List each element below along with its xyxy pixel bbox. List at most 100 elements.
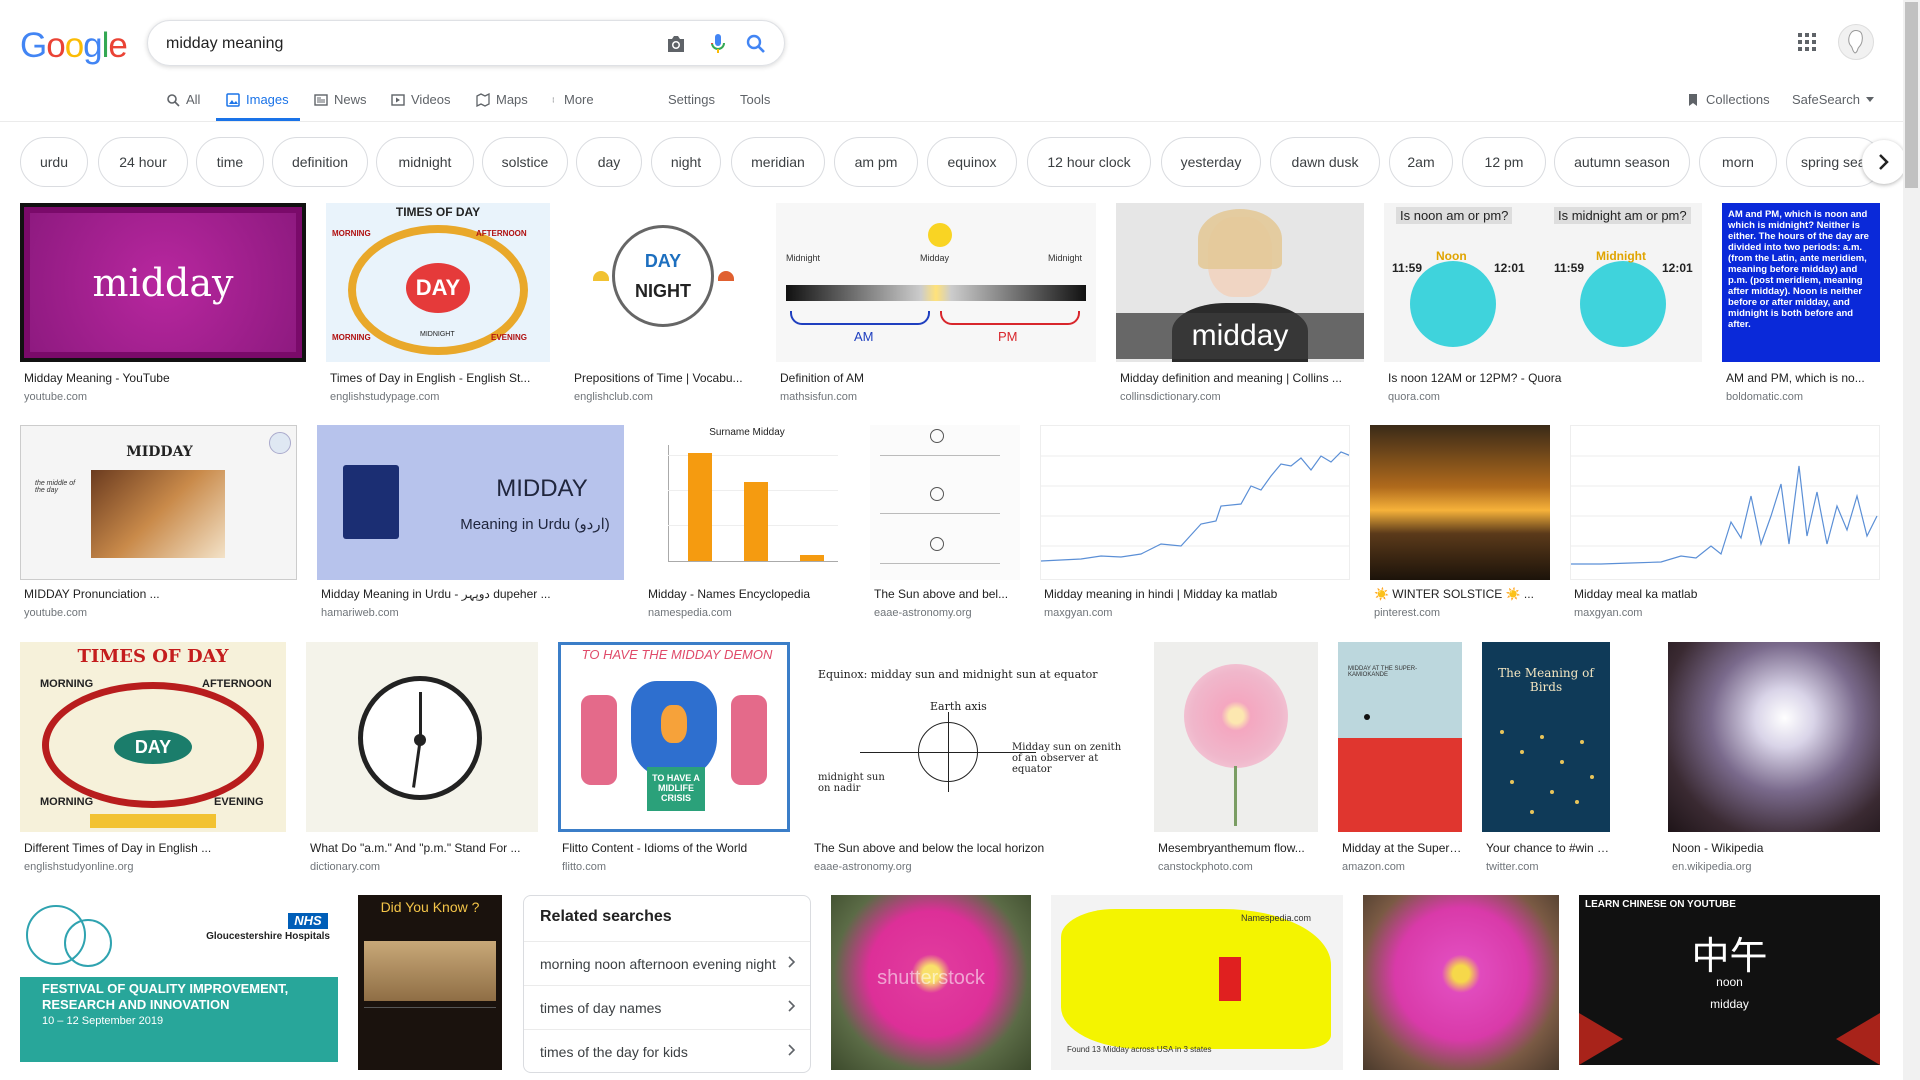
chips-next-button[interactable] [1862, 140, 1906, 184]
result-thumbnail[interactable]: NHS Gloucestershire Hospitals FESTIVAL O… [20, 895, 338, 1062]
result-thumbnail[interactable]: Is noon am or pm? Is midnight am or pm? … [1384, 203, 1702, 362]
image-result[interactable]: AM and PM, which is noon and which is mi… [1722, 203, 1880, 403]
result-title[interactable]: What Do "a.m." And "p.m." Stand For ... [310, 841, 538, 855]
result-title[interactable]: Midday definition and meaning | Collins … [1120, 371, 1364, 385]
result-thumbnail[interactable] [1570, 425, 1880, 580]
result-thumbnail[interactable] [870, 425, 1020, 580]
result-title[interactable]: Midday at the Super-K... [1342, 841, 1462, 855]
image-result[interactable]: Midday meal ka matlab maxgyan.com [1570, 425, 1880, 625]
chip[interactable]: definition [272, 137, 368, 187]
image-result[interactable]: Midday meaning in hindi | Midday ka matl… [1040, 425, 1350, 625]
result-thumbnail[interactable]: The Meaning of Birds [1482, 642, 1610, 832]
search-icon[interactable] [744, 32, 768, 56]
tab-more[interactable]: More [552, 92, 594, 107]
result-thumbnail[interactable]: MIDDAY AT THE SUPER-KAMIOKANDE [1338, 642, 1462, 832]
chip[interactable]: time [196, 137, 264, 187]
result-thumbnail[interactable]: AM and PM, which is noon and which is mi… [1722, 203, 1880, 362]
tab-maps[interactable]: Maps [476, 92, 528, 107]
image-result[interactable]: midday Midday Meaning - YouTube youtube.… [20, 203, 306, 403]
result-thumbnail[interactable]: Equinox: midday sun and midnight sun at … [810, 642, 1134, 832]
result-thumbnail[interactable]: TIMES OF DAY DAY MORNING AFTERNOON MORNI… [20, 642, 286, 832]
image-result[interactable] [1363, 895, 1559, 1070]
chip[interactable]: day [576, 137, 642, 187]
result-thumbnail[interactable]: midday [1116, 203, 1364, 362]
tab-news[interactable]: News [314, 92, 367, 107]
result-title[interactable]: Flitto Content - Idioms of the World [562, 841, 790, 855]
image-result[interactable]: MIDDAY the middle of the day MIDDAY Pron… [20, 425, 297, 625]
result-thumbnail[interactable] [1668, 642, 1880, 832]
google-logo[interactable]: Google [20, 26, 128, 66]
chip[interactable]: yesterday [1161, 137, 1261, 187]
image-result[interactable]: shutterstock [831, 895, 1031, 1070]
result-title[interactable]: Definition of AM [780, 371, 1096, 385]
result-title[interactable]: Mesembryanthemum flow... [1158, 841, 1318, 855]
related-search-item[interactable]: times of the day for kids [524, 1029, 810, 1073]
settings-link[interactable]: Settings [668, 92, 715, 107]
result-thumbnail[interactable]: MIDDAY Meaning in Urdu (اردو) [317, 425, 624, 580]
result-title[interactable]: Midday meaning in hindi | Midday ka matl… [1044, 587, 1350, 601]
chip[interactable]: 12 hour clock [1027, 137, 1151, 187]
chip[interactable]: 2am [1389, 137, 1453, 187]
result-thumbnail[interactable]: Namespedia.com Found 13 Midday across US… [1051, 895, 1343, 1070]
result-thumbnail[interactable] [306, 642, 538, 832]
result-title[interactable]: The Sun above and bel... [874, 587, 1020, 601]
result-title[interactable]: ☀️ WINTER SOLSTICE ☀️ ... [1374, 587, 1550, 601]
chip[interactable]: dawn dusk [1270, 137, 1380, 187]
chip[interactable]: am pm [834, 137, 918, 187]
result-title[interactable]: Is noon 12AM or 12PM? - Quora [1388, 371, 1702, 385]
image-result[interactable]: TO HAVE THE MIDDAY DEMON TO HAVE A MIDLI… [558, 642, 790, 873]
image-result[interactable]: The Meaning of Birds Your chance to #win… [1482, 642, 1610, 873]
google-apps-icon[interactable] [1795, 30, 1819, 54]
result-title[interactable]: AM and PM, which is no... [1726, 371, 1880, 385]
tab-videos[interactable]: Videos [391, 92, 451, 107]
result-thumbnail[interactable]: TO HAVE THE MIDDAY DEMON TO HAVE A MIDLI… [558, 642, 790, 832]
result-thumbnail[interactable]: TIMES OF DAY DAY MORNING AFTERNOON MORNI… [326, 203, 550, 362]
image-result[interactable]: Did You Know ? [358, 895, 502, 1070]
chip[interactable]: meridian [731, 137, 825, 187]
collections-link[interactable]: Collections [1686, 92, 1770, 107]
image-result[interactable]: DAY NIGHT Prepositions of Time | Vocabu.… [570, 203, 756, 403]
image-result[interactable]: Is noon am or pm? Is midnight am or pm? … [1384, 203, 1702, 403]
image-result[interactable]: Noon - Wikipedia en.wikipedia.org [1668, 642, 1880, 873]
image-result[interactable]: The Sun above and bel... eaae-astronomy.… [870, 425, 1020, 625]
result-title[interactable]: Times of Day in English - English St... [330, 371, 550, 385]
result-thumbnail[interactable] [1370, 425, 1550, 580]
result-title[interactable]: Midday meal ka matlab [1574, 587, 1880, 601]
image-result[interactable]: Mesembryanthemum flow... canstockphoto.c… [1154, 642, 1318, 873]
chip[interactable]: autumn season [1554, 137, 1690, 187]
image-result[interactable]: Midnight Midday Midnight AM PM Definitio… [776, 203, 1096, 403]
image-result[interactable]: MIDDAY Meaning in Urdu (اردو) Midday Mea… [317, 425, 624, 625]
chip[interactable]: equinox [927, 137, 1017, 187]
tools-link[interactable]: Tools [740, 92, 770, 107]
image-result[interactable]: Surname Midday Midday - Names Encycloped… [644, 425, 850, 625]
result-thumbnail[interactable]: midday [20, 203, 306, 362]
search-input[interactable] [166, 31, 626, 57]
related-search-item[interactable]: morning noon afternoon evening night [524, 941, 810, 985]
result-thumbnail[interactable]: Midnight Midday Midnight AM PM [776, 203, 1096, 362]
chip[interactable]: urdu [20, 137, 88, 187]
image-result[interactable]: Equinox: midday sun and midnight sun at … [810, 642, 1134, 873]
related-search-item[interactable]: times of day names [524, 985, 810, 1029]
result-thumbnail[interactable]: Surname Midday [644, 425, 850, 580]
chip[interactable]: midnight [376, 137, 474, 187]
image-result[interactable]: ☀️ WINTER SOLSTICE ☀️ ... pinterest.com [1370, 425, 1550, 625]
result-thumbnail[interactable]: Did You Know ? [358, 895, 502, 1070]
result-thumbnail[interactable]: DAY NIGHT [570, 203, 756, 362]
result-thumbnail[interactable]: MIDDAY the middle of the day [20, 425, 297, 580]
image-result[interactable]: MIDDAY AT THE SUPER-KAMIOKANDE Midday at… [1338, 642, 1462, 873]
tab-images[interactable]: Images [226, 92, 289, 107]
image-result[interactable]: Namespedia.com Found 13 Midday across US… [1051, 895, 1343, 1070]
image-result[interactable]: TIMES OF DAY DAY MORNING AFTERNOON MORNI… [20, 642, 286, 873]
chip[interactable]: solstice [482, 137, 568, 187]
tab-all[interactable]: All [166, 92, 200, 107]
chip[interactable]: 12 pm [1462, 137, 1546, 187]
result-title[interactable]: Midday Meaning - YouTube [24, 371, 306, 385]
result-title[interactable]: MIDDAY Pronunciation ... [24, 587, 297, 601]
result-thumbnail[interactable]: LEARN CHINESE ON YOUTUBE 中午 noon midday [1579, 895, 1880, 1065]
image-result[interactable]: What Do "a.m." And "p.m." Stand For ... … [306, 642, 538, 873]
chip[interactable]: night [651, 137, 721, 187]
result-title[interactable]: Your chance to #win a... [1486, 841, 1610, 855]
image-result[interactable]: TIMES OF DAY DAY MORNING AFTERNOON MORNI… [326, 203, 550, 403]
camera-icon[interactable] [664, 32, 688, 56]
account-avatar[interactable] [1838, 24, 1874, 60]
